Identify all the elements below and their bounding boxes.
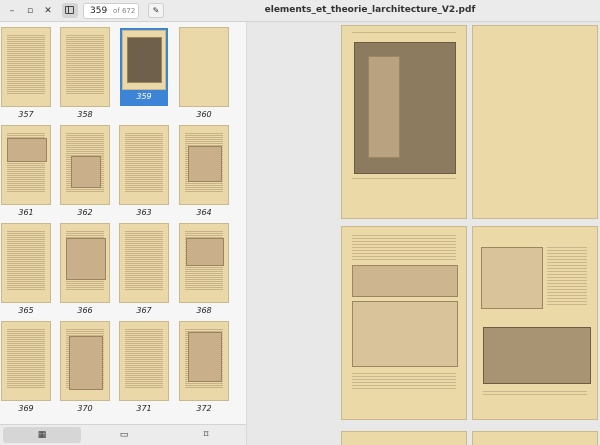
page-thumbnail[interactable]: 363 [120, 126, 168, 217]
thumbnail-page-number: 362 [77, 208, 93, 217]
thumbnail-page-number: 364 [196, 208, 212, 217]
thumbnail-page-image [180, 126, 228, 204]
document-page [473, 26, 597, 218]
minimize-button[interactable]: – [4, 4, 20, 18]
current-page-value: 359 [90, 6, 108, 16]
page-thumbnail[interactable]: 364 [180, 126, 228, 217]
thumbnail-page-image [2, 322, 50, 400]
thumbnail-page-number: 361 [18, 208, 34, 217]
annotate-button[interactable]: ✎ [148, 3, 164, 18]
thumbnail-page-image [180, 28, 228, 106]
thumbnail-page-image [120, 126, 168, 204]
thumbnail-page-image [61, 28, 109, 106]
comment-icon: ▭ [119, 430, 129, 440]
page-thumbnail[interactable]: 357 [2, 28, 50, 119]
header-bar: – ▫ ✕ 359 of 672 ✎ elements_et_theorie_l… [0, 0, 600, 22]
pencil-icon: ✎ [152, 6, 160, 15]
thumbnail-page-number: 366 [77, 306, 93, 315]
page-count-label: of 672 [113, 7, 136, 15]
page-thumbnail[interactable]: 360 [180, 28, 228, 119]
thumbnail-page-number: 372 [196, 404, 212, 413]
thumbnail-page-number: 367 [136, 306, 152, 315]
page-thumbnail[interactable]: 361 [2, 126, 50, 217]
page-thumbnail[interactable]: 359 [120, 28, 168, 106]
thumbnail-page-number: 369 [18, 404, 34, 413]
thumbnail-page-image [61, 224, 109, 302]
thumbnail-page-image [180, 322, 228, 400]
page-thumbnail[interactable]: 368 [180, 224, 228, 315]
bookmark-icon: ⌑ [203, 430, 209, 440]
thumbnail-page-number: 370 [77, 404, 93, 413]
maximize-button[interactable]: ▫ [22, 4, 38, 18]
page-thumbnail[interactable]: 370 [61, 322, 109, 413]
page-thumbnail[interactable]: 369 [2, 322, 50, 413]
thumbnail-page-number: 368 [196, 306, 212, 315]
thumbnail-page-image [180, 224, 228, 302]
document-page [473, 432, 597, 445]
sidebar-toggle-button[interactable] [62, 3, 78, 18]
document-page [342, 26, 466, 218]
sidebar-tab-comment[interactable]: ▭ [85, 427, 163, 443]
thumbnail-page-number: 363 [136, 208, 152, 217]
thumbnail-page-number: 360 [196, 110, 212, 119]
page-thumbnail[interactable]: 358 [61, 28, 109, 119]
document-page [342, 227, 466, 419]
thumbnail-page-image [123, 31, 165, 89]
thumbnail-page-image [2, 126, 50, 204]
page-thumbnail[interactable]: 366 [61, 224, 109, 315]
sidebar-tab-bookmark[interactable]: ⌑ [167, 427, 245, 443]
thumbnail-sidebar: 357 358 359 360 361 362 363 364 365 366 367 368 369 3… [0, 22, 247, 445]
document-page [342, 432, 466, 445]
thumbnail-page-number: 359 [136, 92, 152, 101]
close-button[interactable]: ✕ [40, 4, 56, 18]
document-view[interactable] [247, 22, 600, 445]
sidebar-icon [65, 6, 74, 14]
thumbnail-page-number: 371 [136, 404, 152, 413]
thumbnail-page-number: 357 [18, 110, 34, 119]
thumbnail-page-image [120, 322, 168, 400]
sidebar-tab-bar: ▦ ▭ ⌑ [0, 424, 246, 445]
thumbnail-page-image [61, 126, 109, 204]
document-page [473, 227, 597, 419]
page-thumbnail[interactable]: 371 [120, 322, 168, 413]
grid-icon: ▦ [37, 430, 47, 440]
page-thumbnail[interactable]: 362 [61, 126, 109, 217]
thumbnail-page-image [2, 224, 50, 302]
page-thumbnail[interactable]: 367 [120, 224, 168, 315]
thumbnail-page-image [120, 224, 168, 302]
page-number-field[interactable]: 359 of 672 [83, 3, 139, 19]
thumbnail-page-number: 358 [77, 110, 93, 119]
document-title: elements_et_theorie_larchitecture_V2.pdf [264, 5, 476, 15]
page-thumbnail[interactable]: 365 [2, 224, 50, 315]
thumbnail-page-image [61, 322, 109, 400]
sidebar-tab-grid[interactable]: ▦ [3, 427, 81, 443]
page-thumbnail[interactable]: 372 [180, 322, 228, 413]
thumbnail-page-number: 365 [18, 306, 34, 315]
thumbnail-page-image [2, 28, 50, 106]
